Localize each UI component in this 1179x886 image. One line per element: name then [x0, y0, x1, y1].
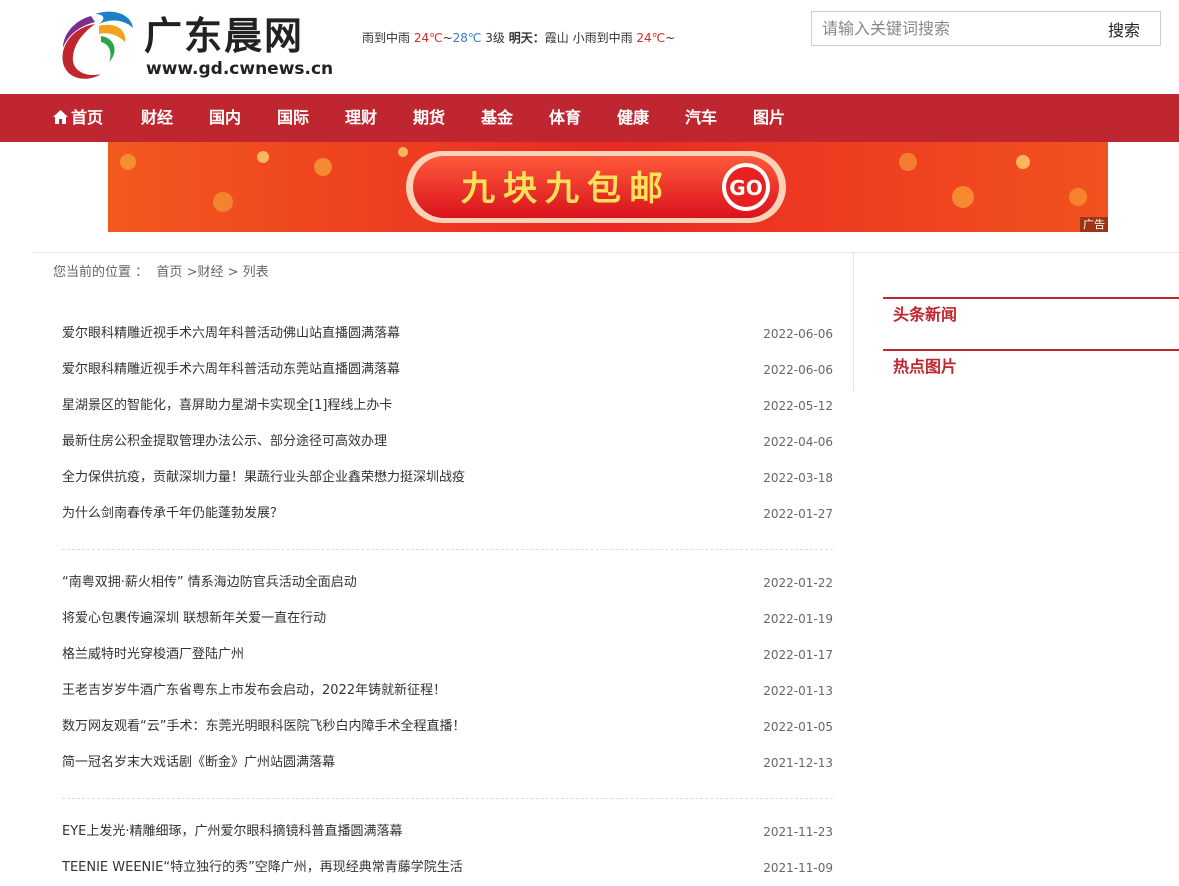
article-date: 2022-01-05 — [763, 720, 833, 734]
article-date: 2022-05-12 — [763, 399, 833, 413]
weather-tomorrow-temp: 24℃ — [636, 31, 666, 45]
breadcrumb-sep: > — [227, 265, 239, 280]
nav-item-photos[interactable]: 图片 — [753, 94, 785, 142]
weather-wind: 3级 — [485, 31, 505, 45]
article-date: 2022-06-06 — [763, 363, 833, 377]
article-date: 2022-06-06 — [763, 327, 833, 341]
column-divider — [853, 253, 854, 391]
nav-item-home[interactable]: 首页 — [53, 94, 103, 142]
nav-label: 首页 — [71, 108, 104, 127]
article-date: 2022-01-17 — [763, 648, 833, 662]
article-date: 2021-11-23 — [763, 825, 833, 839]
weather-tomorrow-label: 明天： — [508, 31, 545, 45]
article-title-link[interactable]: 王老吉岁岁牛酒广东省粤东上市发布会启动，2022年铸就新征程！ — [62, 683, 446, 698]
weather-today-cond: 雨到中雨 — [362, 31, 411, 45]
weather-temp-low: 28℃ — [452, 31, 482, 45]
article-list: 爱尔眼科精雕近视手术六周年科普活动佛山站直播圆满落幕 2022-06-06 爱尔眼科… — [62, 316, 833, 886]
list-item: 简一冠名岁末大戏话剧《断金》广州站圆满落幕 2021-12-13 — [62, 745, 833, 781]
list-item: 爱尔眼科精雕近视手术六周年科普活动东莞站直播圆满落幕 2022-06-06 — [62, 352, 833, 388]
article-group: EYE上发光·精雕细琢，广州爱尔眼科摘镜科普直播圆满落幕 2021-11-23 TE… — [62, 798, 833, 886]
banner-graphic: 九块九包邮 GO — [108, 142, 1108, 232]
banner-text: 九块九包邮 — [461, 169, 671, 209]
weather-sep: ~ — [442, 31, 453, 45]
banner-go: GO — [729, 176, 762, 200]
list-item: 全力保供抗疫，贡献深圳力量！果蔬行业头部企业鑫荣懋力挺深圳战疫 2022-03-1… — [62, 460, 833, 496]
article-title-link[interactable]: 格兰威特时光穿梭酒厂登陆广州 — [62, 647, 244, 662]
article-title-link[interactable]: 为什么剑南春传承千年仍能蓬勃发展？ — [62, 506, 283, 521]
banner-ad[interactable]: 九块九包邮 GO 广告 — [108, 142, 1108, 232]
weather-bar: 雨到中雨 24℃~28℃ 3级 明天：霞山 小雨到中雨 24℃~ — [362, 30, 675, 46]
article-group: 爱尔眼科精雕近视手术六周年科普活动佛山站直播圆满落幕 2022-06-06 爱尔眼科… — [62, 316, 833, 532]
list-item: 数万网友观看“云”手术：东莞光明眼科医院飞秒白内障手术全程直播！ 2022-01-… — [62, 709, 833, 745]
nav-item-auto[interactable]: 汽车 — [685, 94, 717, 142]
main-nav: 首页 财经 国内 国际 理财 期货 基金 体育 健康 汽车 图片 — [0, 94, 1179, 142]
article-group: “南粤双拥·薪火相传” 情系海边防官兵活动全面启动 2022-01-22 将爱心包裹… — [62, 549, 833, 781]
article-date: 2022-01-27 — [763, 507, 833, 521]
nav-item-domestic[interactable]: 国内 — [209, 94, 241, 142]
search-button[interactable]: 搜索 — [1088, 12, 1160, 45]
article-title-link[interactable]: 简一冠名岁末大戏话剧《断金》广州站圆满落幕 — [62, 755, 335, 770]
article-date: 2022-03-18 — [763, 471, 833, 485]
list-item: 星湖景区的智能化，喜屏助力星湖卡实现全[1]程线上办卡 2022-05-12 — [62, 388, 833, 424]
breadcrumb-sep: > — [186, 265, 198, 280]
nav-item-finance[interactable]: 财经 — [141, 94, 173, 142]
article-title-link[interactable]: 全力保供抗疫，贡献深圳力量！果蔬行业头部企业鑫荣懋力挺深圳战疫 — [62, 470, 465, 485]
list-item: 爱尔眼科精雕近视手术六周年科普活动佛山站直播圆满落幕 2022-06-06 — [62, 316, 833, 352]
article-date: 2022-04-06 — [763, 435, 833, 449]
search-input[interactable] — [812, 12, 1082, 45]
article-date: 2022-01-13 — [763, 684, 833, 698]
list-item: “南粤双拥·薪火相传” 情系海边防官兵活动全面启动 2022-01-22 — [62, 565, 833, 601]
article-title-link[interactable]: EYE上发光·精雕细琢，广州爱尔眼科摘镜科普直播圆满落幕 — [62, 824, 403, 839]
breadcrumb-prefix: 您当前的位置 ： — [53, 265, 149, 280]
search-box: 搜索 — [811, 11, 1161, 46]
list-item: 格兰威特时光穿梭酒厂登陆广州 2022-01-17 — [62, 637, 833, 673]
breadcrumb-home[interactable]: 首页 — [156, 265, 182, 280]
nav-item-wealth[interactable]: 理财 — [345, 94, 377, 142]
article-title-link[interactable]: 星湖景区的智能化，喜屏助力星湖卡实现全[1]程线上办卡 — [62, 398, 392, 413]
article-title-link[interactable]: 将爱心包裹传遍深圳 联想新年关爱一直在行动 — [62, 611, 326, 626]
nav-item-futures[interactable]: 期货 — [413, 94, 445, 142]
site-url: www.gd.cwnews.cn — [146, 59, 334, 79]
nav-item-funds[interactable]: 基金 — [481, 94, 513, 142]
list-item: 最新住房公积金提取管理办法公示、部分途径可高效办理 2022-04-06 — [62, 424, 833, 460]
list-item: 为什么剑南春传承千年仍能蓬勃发展？ 2022-01-27 — [62, 496, 833, 532]
list-item: 王老吉岁岁牛酒广东省粤东上市发布会启动，2022年铸就新征程！ 2022-01-1… — [62, 673, 833, 709]
article-title-link[interactable]: 爱尔眼科精雕近视手术六周年科普活动佛山站直播圆满落幕 — [62, 326, 400, 341]
list-item: TEENIE WEENIE“特立独行的秀”空降广州，再现经典常青藤学院生活 202… — [62, 850, 833, 886]
site-name: 广东晨网 — [144, 14, 305, 58]
nav-item-international[interactable]: 国际 — [277, 94, 309, 142]
article-title-link[interactable]: 数万网友观看“云”手术：东莞光明眼科医院飞秒白内障手术全程直播！ — [62, 719, 465, 734]
home-icon — [53, 109, 68, 124]
article-title-link[interactable]: 最新住房公积金提取管理办法公示、部分途径可高效办理 — [62, 434, 387, 449]
article-title-link[interactable]: “南粤双拥·薪火相传” 情系海边防官兵活动全面启动 — [62, 575, 357, 590]
weather-tomorrow-city: 霞山 — [544, 31, 569, 45]
ad-label: 广告 — [1080, 217, 1108, 232]
sidebar-headline-title[interactable]: 头条新闻 — [883, 299, 1179, 327]
sidebar-headline-section: 头条新闻 — [883, 297, 1179, 327]
nav-item-sports[interactable]: 体育 — [549, 94, 581, 142]
article-date: 2021-12-13 — [763, 756, 833, 770]
weather-temp-high: 24℃ — [413, 31, 443, 45]
article-date: 2021-11-09 — [763, 861, 833, 875]
weather-tomorrow-cond: 小雨到中雨 — [572, 31, 633, 45]
breadcrumb: 您当前的位置 ： 首页 >财经 > 列表 — [53, 264, 269, 282]
article-date: 2022-01-22 — [763, 576, 833, 590]
article-title-link[interactable]: TEENIE WEENIE“特立独行的秀”空降广州，再现经典常青藤学院生活 — [62, 860, 463, 875]
sidebar-photos-section: 热点图片 — [883, 349, 1179, 379]
sidebar-photos-title[interactable]: 热点图片 — [883, 351, 1179, 379]
breadcrumb-section[interactable]: 财经 — [197, 265, 223, 280]
weather-tail: ~ — [665, 31, 676, 45]
nav-item-health[interactable]: 健康 — [617, 94, 649, 142]
content-divider — [33, 252, 1179, 253]
list-item: EYE上发光·精雕细琢，广州爱尔眼科摘镜科普直播圆满落幕 2021-11-23 — [62, 814, 833, 850]
article-date: 2022-01-19 — [763, 612, 833, 626]
logo-swirl-icon — [62, 11, 133, 79]
breadcrumb-current: 列表 — [242, 265, 269, 280]
article-title-link[interactable]: 爱尔眼科精雕近视手术六周年科普活动东莞站直播圆满落幕 — [62, 362, 400, 377]
list-item: 将爱心包裹传遍深圳 联想新年关爱一直在行动 2022-01-19 — [62, 601, 833, 637]
